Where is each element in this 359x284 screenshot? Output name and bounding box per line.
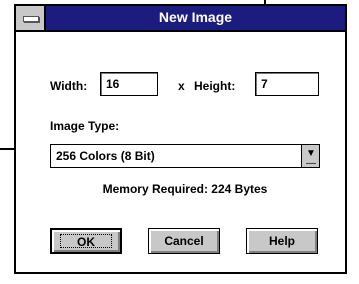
help-label: Help (268, 234, 295, 248)
dropdown-arrow-icon: ▼ — (306, 148, 316, 169)
height-label: Height: (194, 79, 235, 93)
memory-required-text: Memory Required: 224 Bytes (102, 182, 268, 196)
height-field[interactable]: 7 (255, 72, 319, 96)
cancel-button[interactable]: Cancel (148, 228, 220, 254)
width-field[interactable]: 16 (100, 72, 158, 96)
system-menu-icon[interactable] (16, 6, 46, 30)
image-type-value: 256 Colors (8 Bit) (56, 149, 155, 163)
width-label-text: Width: (50, 79, 88, 93)
cancel-label: Cancel (164, 234, 204, 248)
title-bar[interactable]: New Image (16, 6, 345, 32)
ok-button[interactable]: OK (50, 228, 122, 254)
times-sign: x (178, 79, 185, 93)
image-type-label: Image Type: (50, 119, 120, 133)
focus-rect (60, 234, 112, 248)
help-button[interactable]: Help (246, 228, 318, 254)
dialog-title: New Image (158, 9, 233, 25)
height-label-text: Height: (194, 79, 236, 93)
screenshot-canvas: New Image Width: 16 x Height: 7 Image Ty… (0, 0, 359, 284)
dropdown-arrow-button[interactable]: ▼ — (301, 145, 319, 169)
new-image-dialog: New Image Width: 16 x Height: 7 Image Ty… (14, 4, 347, 274)
width-label: Width: (50, 79, 87, 93)
system-menu-bar (23, 16, 39, 22)
image-type-dropdown[interactable]: 256 Colors (8 Bit) ▼ — (50, 144, 320, 169)
